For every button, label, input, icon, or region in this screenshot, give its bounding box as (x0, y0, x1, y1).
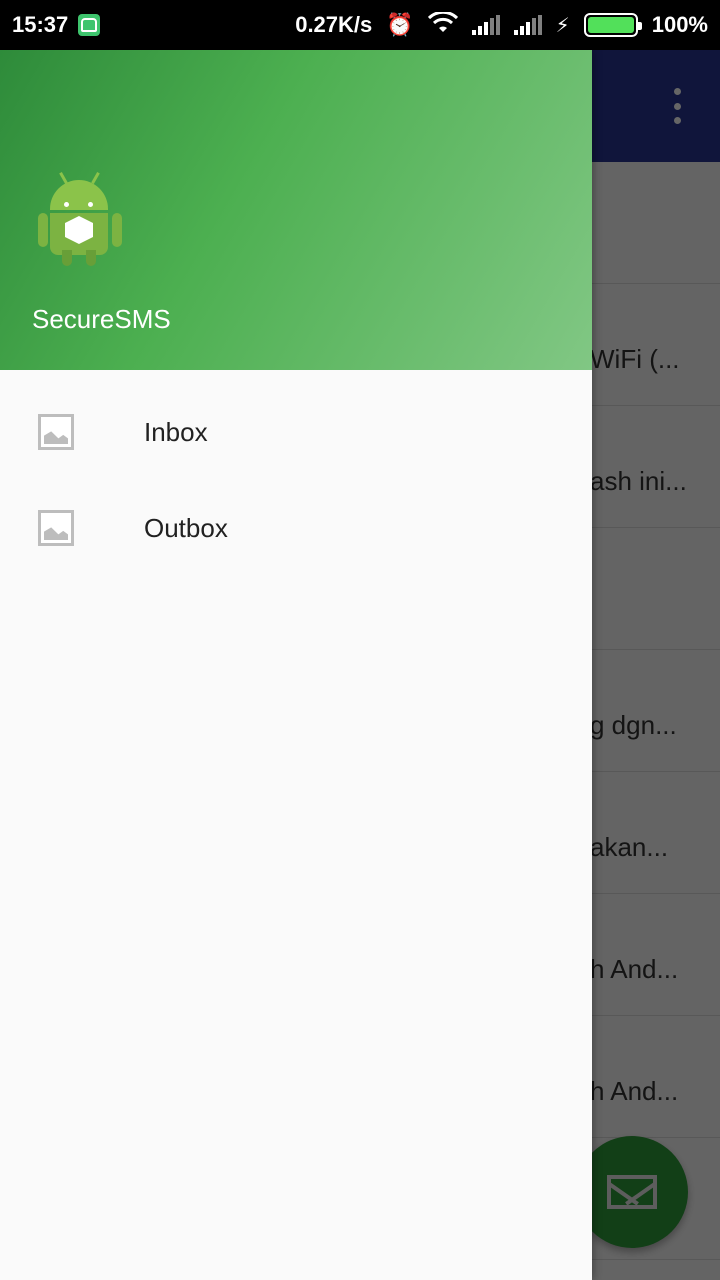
signal-icon (513, 15, 542, 35)
image-placeholder-icon (38, 510, 74, 546)
menu-item-outbox[interactable]: Outbox (0, 480, 592, 576)
android-logo-icon (38, 172, 124, 268)
status-bar: 15:37 0.27K/s ⏰ ⚡ 100% (0, 0, 720, 50)
signal-icon (471, 15, 500, 35)
menu-item-inbox[interactable]: Inbox (0, 384, 592, 480)
drawer-header: SecureSMS (0, 50, 592, 370)
network-speed: 0.27K/s (295, 12, 373, 37)
battery-icon (583, 13, 642, 37)
status-time: 15:37 (12, 12, 69, 37)
image-placeholder-icon (38, 414, 74, 450)
menu-item-label: Outbox (144, 512, 228, 543)
menu-item-label: Inbox (144, 416, 208, 447)
charging-icon: ⚡ (555, 14, 570, 37)
navigation-drawer: SecureSMS Inbox Outbox (0, 50, 592, 1280)
notification-app-icon (78, 14, 101, 36)
alarm-icon: ⏰ (386, 12, 414, 37)
wifi-icon (427, 10, 458, 38)
app-name: SecureSMS (32, 304, 171, 334)
drawer-menu: Inbox Outbox (0, 370, 592, 576)
battery-percent: 100% (651, 12, 708, 37)
